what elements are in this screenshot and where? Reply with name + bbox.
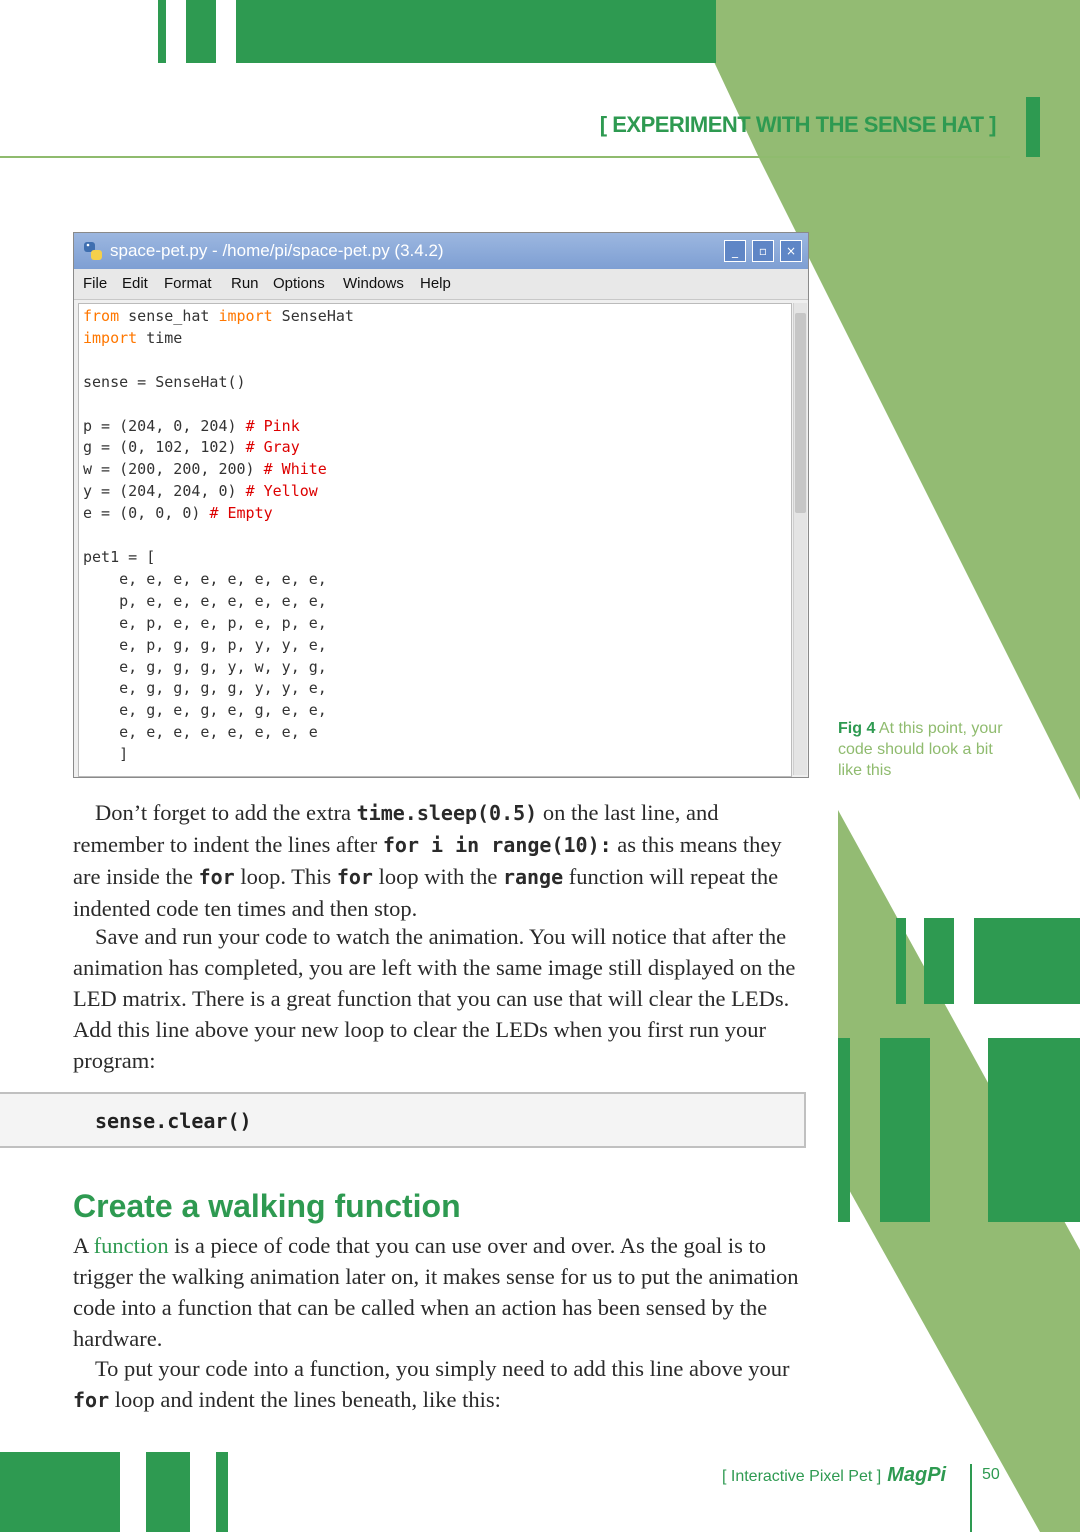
header-rule: [0, 156, 1010, 158]
minimize-button[interactable]: _: [724, 240, 746, 262]
scrollbar-thumb[interactable]: [795, 313, 806, 513]
magpi-logo: MagPi: [887, 1464, 947, 1486]
menu-format[interactable]: Format: [164, 275, 212, 292]
maximize-button[interactable]: ▫: [752, 240, 774, 262]
code-editor[interactable]: from sense_hat import SenseHat import ti…: [78, 303, 792, 777]
menu-bar: File Edit Format Run Options Windows Hel…: [74, 269, 808, 300]
section-heading: Create a walking function: [73, 1188, 461, 1224]
menu-file[interactable]: File: [83, 275, 107, 292]
inline-code: for: [336, 865, 373, 889]
menu-windows[interactable]: Windows: [343, 275, 404, 292]
inline-code: for: [198, 865, 235, 889]
menu-options[interactable]: Options: [273, 275, 325, 292]
footer-divider: [970, 1464, 972, 1532]
inline-code: for: [73, 1388, 110, 1412]
paragraph-2: Save and run your code to watch the anim…: [73, 924, 796, 1073]
section-title: [ EXPERIMENT WITH THE SENSE HAT ]: [599, 112, 997, 137]
page-number: 50: [982, 1466, 1000, 1483]
inline-code: range: [502, 865, 564, 889]
code-listing: from sense_hat import SenseHat import ti…: [83, 307, 354, 764]
footer-series: [ Interactive Pixel Pet ]: [722, 1468, 882, 1485]
section-tab: [1026, 97, 1040, 157]
menu-run[interactable]: Run: [231, 275, 259, 292]
figure-caption: Fig 4 At this point, your code should lo…: [838, 718, 1008, 781]
menu-edit[interactable]: Edit: [122, 275, 148, 292]
window-titlebar[interactable]: space-pet.py - /home/pi/space-pet.py (3.…: [74, 233, 808, 269]
menu-help[interactable]: Help: [420, 275, 451, 292]
editor-scrollbar[interactable]: [793, 303, 807, 775]
code-box: sense.clear(): [0, 1092, 806, 1148]
figure-label: Fig 4: [838, 720, 876, 737]
paragraph-4: To put your code into a function, you si…: [73, 1356, 790, 1412]
paragraph-3: A function is a piece of code that you c…: [73, 1233, 799, 1351]
paragraph-1: Don’t forget to add the extra time.sleep…: [73, 800, 782, 921]
inline-code: time.sleep(0.5): [356, 801, 538, 825]
idle-window: space-pet.py - /home/pi/space-pet.py (3.…: [73, 232, 809, 778]
function-link[interactable]: function: [94, 1233, 169, 1258]
python-icon: [84, 242, 102, 260]
footer: [ Interactive Pixel Pet ] MagPi: [722, 1464, 952, 1487]
inline-code: for i in range(10):: [382, 833, 612, 857]
close-button[interactable]: ×: [780, 240, 802, 262]
code-line: sense.clear(): [95, 1109, 252, 1133]
window-title: space-pet.py - /home/pi/space-pet.py (3.…: [110, 241, 444, 260]
